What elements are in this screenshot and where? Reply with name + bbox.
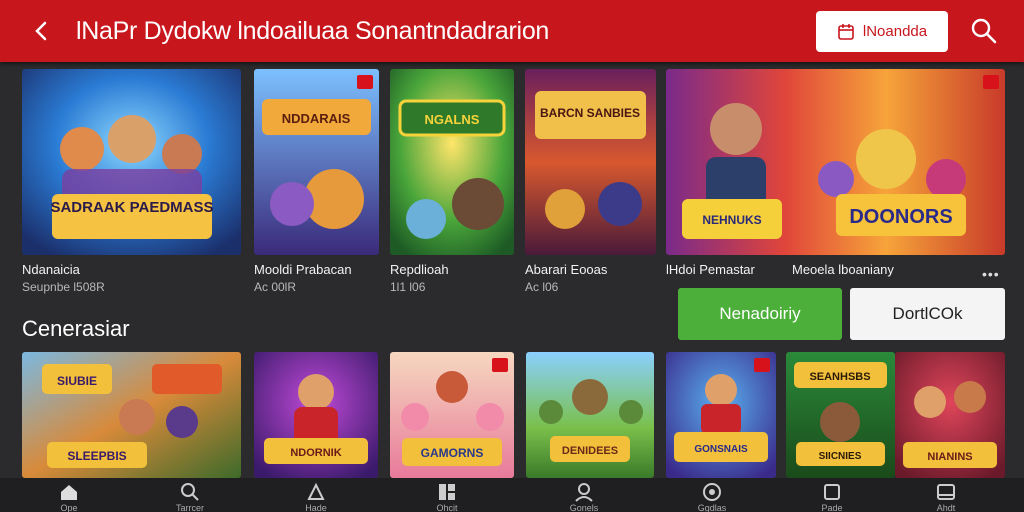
back-arrow-icon: [35, 21, 47, 41]
card-subtitle: Seupnbe l508R: [22, 280, 105, 294]
card-title: Meoela lboaniany: [792, 262, 894, 277]
game-card[interactable]: DENIDEES: [526, 352, 654, 478]
app-header: lNaPr Dydokw lndoailuaa Sonantndadrarion…: [0, 0, 1024, 62]
svg-text:GONSNAIS: GONSNAIS: [694, 444, 748, 455]
nav-item-search[interactable]: Tarrcer: [150, 478, 230, 512]
search-icon: [181, 483, 199, 501]
game-art-image: NIANINS: [895, 352, 1005, 478]
section-title: Cenerasiar: [22, 316, 130, 341]
page-title: lNaPr Dydokw lndoailuaa Sonantndadrarion: [76, 17, 550, 45]
nav-item-more[interactable]: Ahdt: [906, 478, 986, 512]
card-subtitle: Ac 00lR: [254, 280, 297, 294]
game-card[interactable]: GONSNAIS: [666, 352, 776, 478]
featured-card-4[interactable]: BARCN SANBIES: [525, 69, 656, 255]
svg-text:DENIDEES: DENIDEES: [562, 445, 618, 457]
game-card[interactable]: NIANINS: [895, 352, 1005, 478]
calendar-icon: [838, 23, 854, 40]
grid-icon: [439, 484, 455, 500]
featured-card-5[interactable]: NEHNUKS DOONORS: [666, 69, 1005, 255]
game-card[interactable]: GAMORNS: [390, 352, 514, 478]
card-title: Mooldi Prabacan: [254, 262, 352, 277]
svg-text:NEHNUKS: NEHNUKS: [702, 213, 761, 227]
svg-text:NDORNIK: NDORNIK: [290, 447, 341, 459]
card-subtitle: 1l1 l06: [390, 280, 426, 294]
new-badge: [492, 358, 508, 372]
home-icon: [61, 485, 77, 500]
bottom-nav: Ope Tarrcer Hade Ohcit Gonels Ggdlas Pad…: [0, 478, 1024, 512]
game-art-image: NDORNIK: [254, 352, 378, 478]
secondary-action-button[interactable]: DortlCOk: [850, 288, 1005, 340]
svg-text:GAMORNS: GAMORNS: [421, 446, 484, 460]
nav-item-categories[interactable]: Ohcit: [407, 478, 487, 512]
featured-card-3[interactable]: NGALNS: [390, 69, 514, 255]
game-art-image: NEHNUKS DOONORS: [666, 69, 1005, 255]
calendar-button[interactable]: lNoandda: [816, 11, 948, 52]
nav-item-shield[interactable]: Ggdlas: [672, 478, 752, 512]
featured-card-2[interactable]: NDDARAIS: [254, 69, 379, 255]
shield-icon: [703, 483, 721, 501]
game-art-image: NDDARAIS: [254, 69, 379, 255]
svg-text:SIUBIE: SIUBIE: [57, 374, 97, 388]
card-title: lHdoi Pemastar: [666, 262, 755, 277]
new-badge: [983, 75, 999, 89]
nav-item-games[interactable]: Hade: [276, 478, 356, 512]
svg-text:BARCN SANBIES: BARCN SANBIES: [540, 106, 640, 120]
game-art-image: SIUBIE SLEEPBIS: [22, 352, 241, 478]
nav-item-home[interactable]: Ope: [29, 478, 109, 512]
new-badge: [754, 358, 770, 372]
user-icon: [575, 483, 593, 502]
featured-card-1[interactable]: SADRAAK PAEDMASS: [22, 69, 241, 255]
card-title: Abarari Eooas: [525, 262, 608, 277]
svg-text:SADRAAK PAEDMASS: SADRAAK PAEDMASS: [50, 199, 213, 216]
svg-text:SLEEPBIS: SLEEPBIS: [67, 449, 126, 463]
controller-icon: [307, 482, 325, 500]
game-art-image: NGALNS: [390, 69, 514, 255]
svg-text:DOONORS: DOONORS: [849, 206, 952, 228]
header-search-button[interactable]: [968, 15, 1000, 47]
card-subtitle: Ac l06: [525, 280, 559, 294]
primary-action-button[interactable]: Nenadoiriy: [678, 288, 842, 340]
search-icon: [971, 18, 997, 44]
card-title: Repdlioah: [390, 262, 449, 277]
svg-text:NGALNS: NGALNS: [425, 112, 480, 127]
nav-item-library[interactable]: Pade: [792, 478, 872, 512]
more-options-button[interactable]: •••: [982, 266, 1000, 282]
calendar-button-label: lNoandda: [862, 23, 928, 40]
card-icon: [937, 484, 955, 500]
game-art-image: SEANHSBS SIICNIES: [786, 352, 895, 478]
game-card[interactable]: SIUBIE SLEEPBIS: [22, 352, 241, 478]
game-card[interactable]: SEANHSBS SIICNIES: [786, 352, 895, 478]
back-button[interactable]: [26, 16, 56, 46]
game-card[interactable]: NDORNIK: [254, 352, 378, 478]
square-icon: [824, 484, 840, 500]
svg-text:NIANINS: NIANINS: [927, 451, 972, 463]
nav-item-profile[interactable]: Gonels: [544, 478, 624, 512]
game-art-image: DENIDEES: [526, 352, 654, 478]
new-badge: [357, 75, 373, 89]
svg-text:SEANHSBS: SEANHSBS: [809, 371, 870, 383]
game-art-image: SADRAAK PAEDMASS: [22, 69, 241, 255]
svg-text:NDDARAIS: NDDARAIS: [282, 111, 351, 126]
card-title: Ndanaicia: [22, 262, 80, 277]
game-art-image: BARCN SANBIES: [525, 69, 656, 255]
svg-text:SIICNIES: SIICNIES: [819, 451, 862, 462]
